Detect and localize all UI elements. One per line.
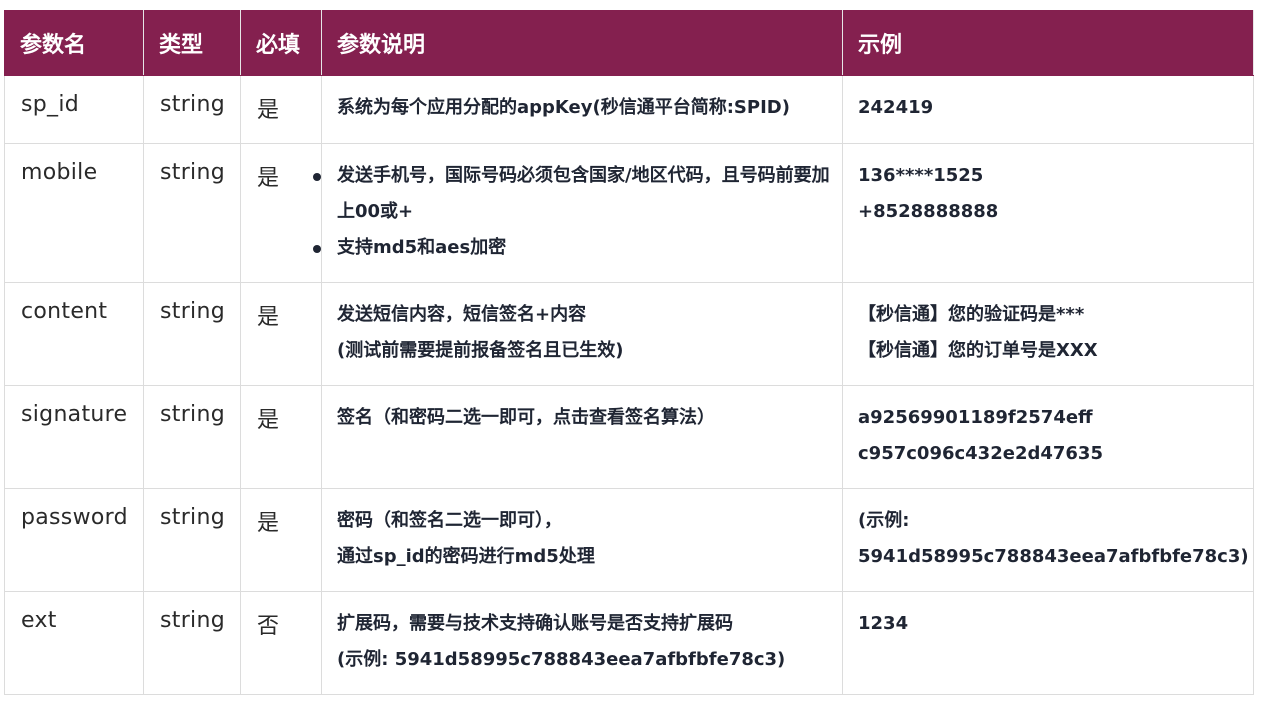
param-name: signature [4,385,144,489]
param-example: (示例: 5941d58995c788843eea7afbfbfe78c3) [842,488,1254,592]
header-param-name: 参数名 [4,10,144,76]
param-required: 否 [240,591,322,695]
param-required: 是 [240,385,322,489]
description-line: 扩展码，需要与技术支持确认账号是否支持扩展码 [337,613,733,634]
table-row: content string 是 发送短信内容，短信签名+内容 (测试前需要提前… [4,282,1254,386]
param-type: string [143,75,241,144]
param-type: string [143,385,241,489]
table-row: mobile string 是 发送手机号，国际号码必须包含国家/地区代码，且号… [4,143,1254,283]
example-line: 242419 [858,97,934,118]
header-type: 类型 [143,10,241,76]
param-required: 是 [240,282,322,386]
param-name: mobile [4,143,144,283]
table-row: signature string 是 签名（和密码二选一即可，点击查看签名算法）… [4,385,1254,489]
header-description: 参数说明 [321,10,843,76]
param-description: 密码（和签名二选一即可）， 通过sp_id的密码进行md5处理 [321,488,843,592]
param-required: 是 [240,75,322,144]
param-description: 发送短信内容，短信签名+内容 (测试前需要提前报备签名且已生效) [321,282,843,386]
example-line: 【秒信通】您的验证码是*** [858,304,1085,325]
param-type: string [143,143,241,283]
param-example: 1234 [842,591,1254,695]
header-example: 示例 [842,10,1254,76]
header-required: 必填 [240,10,322,76]
example-line: (示例: [858,510,910,531]
param-type: string [143,488,241,592]
param-description: 系统为每个应用分配的appKey(秒信通平台简称:SPID) [321,75,843,144]
param-description: 签名（和密码二选一即可，点击查看签名算法） [321,385,843,489]
param-type: string [143,282,241,386]
table-row: sp_id string 是 系统为每个应用分配的appKey(秒信通平台简称:… [4,75,1254,144]
param-example: 136****1525 +8528888888 [842,143,1254,283]
param-required: 是 [240,488,322,592]
description-line: 发送短信内容，短信签名+内容 [337,304,587,325]
description-line: (示例: 5941d58995c788843eea7afbfbfe78c3) [337,649,786,670]
param-description: 扩展码，需要与技术支持确认账号是否支持扩展码 (示例: 5941d58995c7… [321,591,843,695]
description-line: 通过sp_id的密码进行md5处理 [337,546,595,567]
example-line: 136****1525 [858,165,984,186]
param-required: 是 [240,143,322,283]
parameter-table: 参数名 类型 必填 参数说明 示例 sp_id string 是 系统为每个应用… [4,10,1254,695]
table-header-row: 参数名 类型 必填 参数说明 示例 [4,10,1254,76]
param-type: string [143,591,241,695]
param-name: sp_id [4,75,144,144]
param-example: a92569901189f2574eff c957c096c432e2d4763… [842,385,1254,489]
example-line: 1234 [858,613,909,634]
description-bullet-list: 发送手机号，国际号码必须包含国家/地区代码，且号码前要加上00或+ 支持md5和… [313,158,836,266]
example-line: 5941d58995c788843eea7afbfbfe78c3) [858,546,1249,567]
description-line: 密码（和签名二选一即可）， [337,510,562,531]
example-line: 【秒信通】您的订单号是XXX [858,340,1098,361]
example-line: a92569901189f2574eff [858,407,1093,428]
param-name: content [4,282,144,386]
example-line: +8528888888 [858,201,999,222]
description-bullet: 支持md5和aes加密 [313,230,836,266]
param-example: 【秒信通】您的验证码是*** 【秒信通】您的订单号是XXX [842,282,1254,386]
description-bullet: 发送手机号，国际号码必须包含国家/地区代码，且号码前要加上00或+ [313,158,836,230]
signature-algorithm-link-text[interactable]: 签名（和密码二选一即可，点击查看签名算法） [337,400,836,436]
table-row: ext string 否 扩展码，需要与技术支持确认账号是否支持扩展码 (示例:… [4,591,1254,695]
param-example: 242419 [842,75,1254,144]
param-name: ext [4,591,144,695]
description-line: 系统为每个应用分配的appKey(秒信通平台简称:SPID) [337,97,790,118]
example-line: c957c096c432e2d47635 [858,443,1103,464]
table-row: password string 是 密码（和签名二选一即可）， 通过sp_id的… [4,488,1254,592]
description-line: (测试前需要提前报备签名且已生效) [337,340,624,361]
param-description: 发送手机号，国际号码必须包含国家/地区代码，且号码前要加上00或+ 支持md5和… [313,143,843,283]
param-name: password [4,488,144,592]
